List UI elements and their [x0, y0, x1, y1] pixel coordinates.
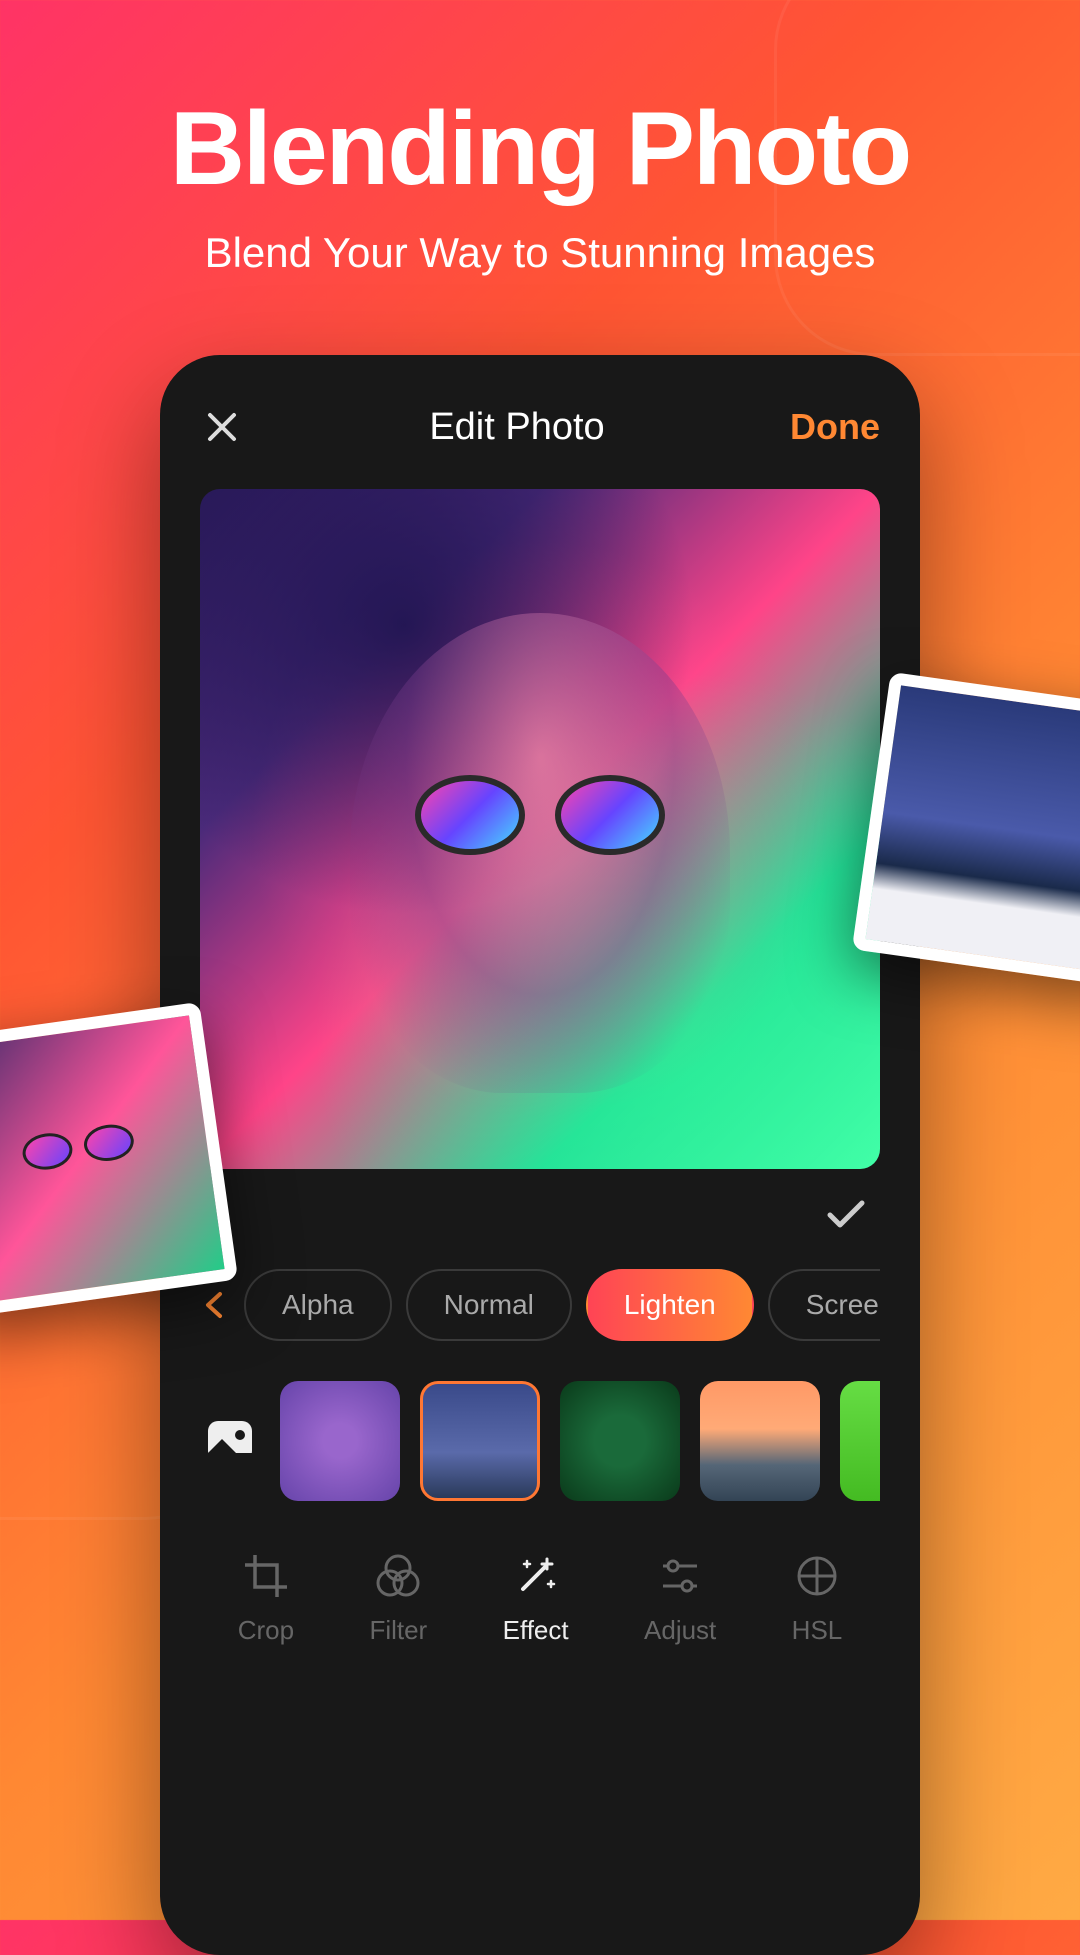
nav-label: Filter — [369, 1615, 427, 1646]
bottom-toolbar: Crop Filter Effect A — [200, 1501, 880, 1646]
magic-wand-icon — [511, 1551, 561, 1601]
done-button[interactable]: Done — [790, 406, 880, 448]
nav-effect[interactable]: Effect — [503, 1551, 569, 1646]
phone-frame: Edit Photo Done Alpha Normal Lighten Scr… — [160, 355, 920, 1955]
blend-mode-screen[interactable]: Screen — [768, 1269, 880, 1341]
sliders-icon — [655, 1551, 705, 1601]
overlay-thumb-flowers[interactable] — [280, 1381, 400, 1501]
image-icon — [200, 1411, 260, 1471]
page-title: Edit Photo — [429, 406, 604, 449]
floating-preview-mountain — [852, 672, 1080, 988]
crop-icon — [241, 1551, 291, 1601]
overlay-thumb-stars[interactable] — [420, 1381, 540, 1501]
photo-canvas[interactable] — [200, 489, 880, 1169]
chevron-left-icon — [200, 1290, 230, 1320]
check-icon — [820, 1189, 870, 1239]
blend-mode-row: Alpha Normal Lighten Screen Col — [200, 1269, 880, 1381]
blend-mode-alpha[interactable]: Alpha — [244, 1269, 392, 1341]
hsl-icon — [792, 1551, 842, 1601]
blend-back-button[interactable] — [200, 1290, 230, 1320]
gallery-button[interactable] — [200, 1411, 260, 1471]
overlay-thumb-sunset[interactable] — [700, 1381, 820, 1501]
nav-filter[interactable]: Filter — [369, 1551, 427, 1646]
overlay-thumb-leaves[interactable] — [560, 1381, 680, 1501]
close-icon — [200, 405, 244, 449]
confirm-button[interactable] — [820, 1189, 870, 1239]
nav-crop[interactable]: Crop — [238, 1551, 294, 1646]
nav-label: Effect — [503, 1615, 569, 1646]
nav-hsl[interactable]: HSL — [792, 1551, 843, 1646]
nav-label: Adjust — [644, 1615, 716, 1646]
nav-label: Crop — [238, 1615, 294, 1646]
floating-preview-portrait — [0, 1002, 238, 1318]
blend-mode-lighten[interactable]: Lighten — [586, 1269, 754, 1341]
nav-label: HSL — [792, 1615, 843, 1646]
overlay-thumb-green[interactable] — [840, 1381, 880, 1501]
close-button[interactable] — [200, 405, 244, 449]
overlay-thumbnails-row — [200, 1381, 880, 1501]
editor-topbar: Edit Photo Done — [200, 395, 880, 489]
filter-icon — [373, 1551, 423, 1601]
nav-adjust[interactable]: Adjust — [644, 1551, 716, 1646]
blend-mode-normal[interactable]: Normal — [406, 1269, 572, 1341]
